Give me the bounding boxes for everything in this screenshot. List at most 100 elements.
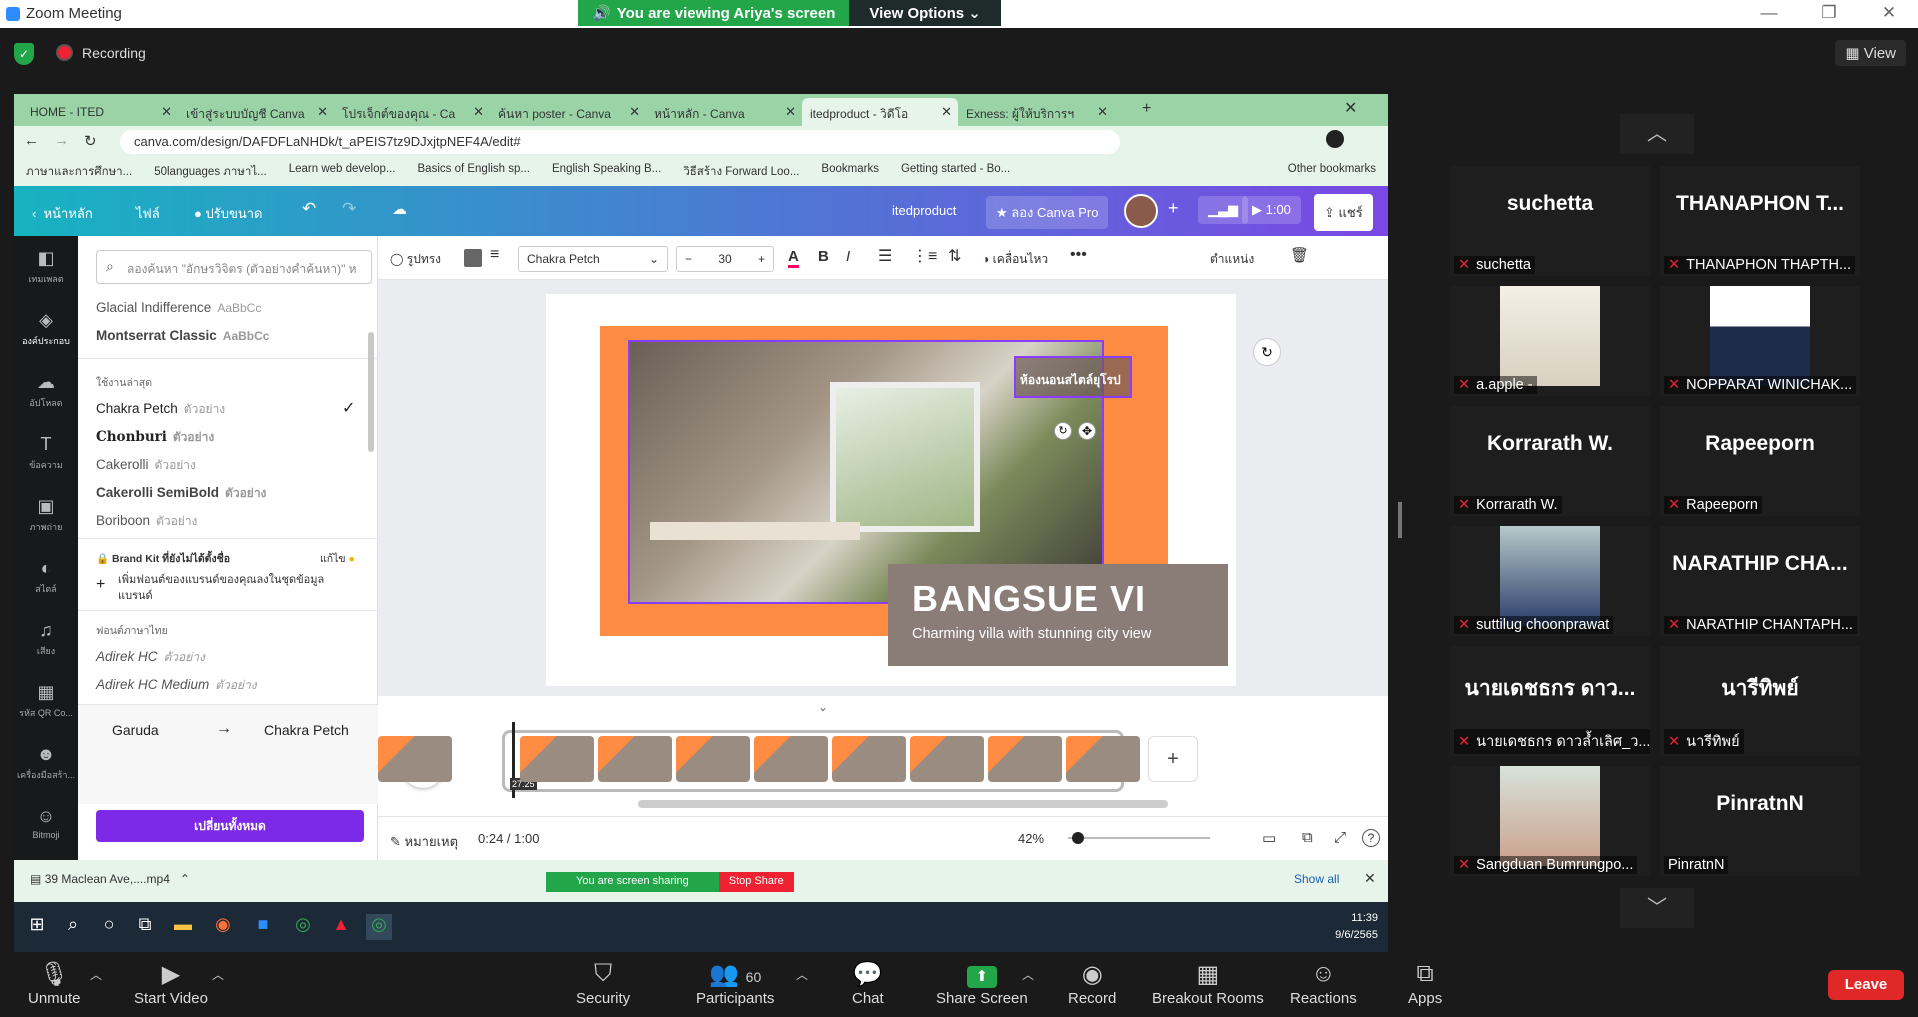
align-icon[interactable]: ☰ (878, 246, 892, 266)
video-options-chevron-icon[interactable]: ︿ (212, 966, 224, 983)
font-item[interactable]: Adirek HC Medium ตัวอย่าง (96, 676, 257, 695)
acrobat-icon[interactable]: ▲ (328, 914, 354, 940)
security-shield-icon[interactable]: ✓ (14, 43, 34, 65)
design-tagline[interactable]: Charming villa with stunning city view (912, 626, 1151, 642)
view-options-button[interactable]: View Options ⌄ (849, 0, 1001, 26)
participant-tile[interactable]: Korrarath W. ✕ Korrarath W. (1450, 406, 1650, 516)
add-person-icon[interactable]: + (1168, 198, 1179, 219)
pages-icon[interactable]: ⧉ (1302, 829, 1313, 846)
design-page[interactable]: ห้องนอนสไตล์ยุโรป ↻ ✥ BANGSUE VI Charmin… (546, 294, 1236, 686)
position-button[interactable]: ตำแหน่ง (1210, 250, 1254, 269)
bookmark[interactable]: ภาษาและการศึกษา... (26, 163, 132, 181)
notes-button[interactable]: ✎ หมายเหตุ (390, 831, 458, 852)
tab-close-icon[interactable]: ✕ (629, 104, 640, 120)
font-item-selected[interactable]: Chakra Petch ตัวอย่าง (96, 400, 225, 419)
browser-tab[interactable]: ค้นหา poster - Canva ✕ (490, 98, 646, 126)
timeline-clip[interactable] (598, 736, 672, 782)
help-icon[interactable]: ? (1362, 829, 1380, 847)
task-view-icon[interactable]: ⧉ (132, 914, 158, 940)
participant-tile[interactable]: ✕ NOPPARAT WINICHAK... (1660, 286, 1860, 396)
firefox-icon[interactable]: ◉ (210, 914, 236, 940)
start-video-button[interactable]: ▶ Start Video (134, 960, 208, 1007)
bookmark[interactable]: 50languages ภาษาไ... (154, 163, 267, 181)
file-menu[interactable]: ไฟล์ (136, 203, 160, 224)
panel-scrollbar[interactable] (368, 332, 374, 452)
line-weight-icon[interactable]: ≡ (490, 246, 499, 264)
reload-icon[interactable]: ↻ (84, 132, 97, 150)
home-link[interactable]: ‹ หน้าหลัก (32, 203, 93, 224)
font-family-select[interactable]: Chakra Petch ⌄ (518, 246, 668, 272)
project-title[interactable]: itedproduct (892, 203, 956, 218)
tab-close-icon[interactable]: ✕ (161, 104, 172, 120)
close-download-bar-icon[interactable]: ✕ (1364, 870, 1376, 887)
bold-icon[interactable]: B (818, 248, 829, 265)
rail-uploads[interactable]: ☁ อัปโหลด (14, 360, 78, 422)
trash-icon[interactable]: 🗑 (1290, 246, 1309, 264)
zoom-slider-handle[interactable] (1072, 832, 1084, 844)
bookmark[interactable]: Learn web develop... (289, 163, 396, 181)
browser-close-icon[interactable]: ✕ (1344, 98, 1357, 118)
tab-close-icon[interactable]: ✕ (317, 104, 328, 120)
participant-tile[interactable]: PinratnN PinratnN (1660, 766, 1860, 876)
timeline-clip[interactable] (754, 736, 828, 782)
brand-kit-edit-link[interactable]: แก้ไข ● (320, 550, 355, 567)
timeline-scrollbar[interactable] (638, 800, 1168, 808)
text-color-swatch[interactable] (464, 249, 482, 267)
reactions-button[interactable]: ☺ Reactions (1290, 960, 1357, 1007)
timeline-clip[interactable] (378, 736, 452, 782)
shape-button[interactable]: ◯ รูปทรง (390, 250, 441, 269)
share-screen-button[interactable]: ⬆ Share Screen (936, 960, 1028, 1007)
back-icon[interactable]: ← (24, 132, 39, 149)
browser-tab-active[interactable]: itedproduct - วิดีโอ ✕ (802, 98, 958, 126)
font-item[interactable]: Cakerolli ตัวอย่าง (96, 456, 196, 475)
timeline-clip[interactable] (1066, 736, 1140, 782)
bookmark[interactable]: English Speaking B... (552, 163, 661, 181)
user-avatar[interactable] (1124, 194, 1158, 228)
title-card[interactable]: BANGSUE VI Charming villa with stunning … (888, 564, 1228, 666)
forward-icon[interactable]: → (54, 132, 69, 149)
rail-audio[interactable]: ♫ เสียง (14, 608, 78, 670)
collapse-timeline-icon[interactable]: ⌄ (818, 700, 828, 714)
unmute-button[interactable]: 🎙 Unmute (28, 960, 81, 1007)
font-item[interactable]: Adirek HC ตัวอย่าง (96, 648, 205, 667)
font-search-input[interactable]: ลองค้นหา "อักษรวิจิตร (ตัวอย่างคำค้นหา)"… (96, 250, 372, 284)
refresh-icon[interactable]: ↻ (1253, 338, 1281, 366)
try-canva-pro-button[interactable]: ★ ลอง Canva Pro (986, 196, 1109, 229)
zoom-slider[interactable] (1068, 837, 1210, 839)
rail-elements[interactable]: ◈ องค์ประกอบ (14, 298, 78, 360)
participant-tile[interactable]: NARATHIP CHA... ✕ NARATHIP CHANTAPH... (1660, 526, 1860, 636)
close-icon[interactable]: ✕ (1874, 3, 1904, 23)
new-tab-icon[interactable]: + (1142, 100, 1151, 118)
browser-tab[interactable]: Exness: ผู้ให้บริการฯ ✕ (958, 98, 1114, 126)
browser-tab[interactable]: เข้าสู่ระบบบัญชี Canva ✕ (178, 98, 334, 126)
breakout-rooms-button[interactable]: ▦ Breakout Rooms (1152, 960, 1264, 1007)
rail-qr[interactable]: ▦ รหัส QR Co... (14, 670, 78, 732)
file-explorer-icon[interactable]: ▬ (170, 914, 196, 940)
apps-button[interactable]: ⧉ Apps (1408, 960, 1442, 1007)
font-color-icon[interactable]: A (788, 248, 799, 268)
font-item[interactable]: Cakerolli SemiBold ตัวอย่าง (96, 484, 266, 503)
list-icon[interactable]: ⋮≡ (912, 246, 937, 266)
tab-close-icon[interactable]: ✕ (785, 104, 796, 120)
move-handle-icon[interactable]: ✥ (1078, 422, 1096, 440)
browser-tab[interactable]: หน้าหลัก - Canva ✕ (646, 98, 802, 126)
font-item[interactable]: Montserrat Classic AaBbCc (96, 328, 269, 343)
share-button[interactable]: ⇪ แชร์ (1314, 194, 1373, 231)
leave-button[interactable]: Leave (1828, 970, 1904, 1000)
participants-chevron-icon[interactable]: ︿ (796, 966, 808, 983)
stop-share-button[interactable]: Stop Share (718, 872, 794, 892)
rail-photos[interactable]: ▣ ภาพถ่าย (14, 484, 78, 546)
timeline-clip[interactable] (988, 736, 1062, 782)
rotate-handle-icon[interactable]: ↻ (1054, 422, 1072, 440)
insights-icon[interactable]: ▁▃▆ (1198, 196, 1248, 224)
other-bookmarks[interactable]: Other bookmarks (1288, 163, 1376, 181)
timeline-clip[interactable] (910, 736, 984, 782)
grid-view-icon[interactable]: ▭ (1262, 829, 1276, 847)
selected-text-box[interactable]: ห้องนอนสไตล์ยุโรป (1014, 356, 1132, 398)
bookmark[interactable]: Basics of English sp... (418, 163, 531, 181)
participant-tile[interactable]: นายเดชธกร ดาว... ✕ นายเดชธกร ดาวล้ำเลิศ_ว.… (1450, 646, 1650, 756)
restore-icon[interactable]: ❐ (1814, 3, 1844, 23)
participant-tile[interactable]: ✕ a.apple - (1450, 286, 1650, 396)
rail-bitmoji[interactable]: ☺ Bitmoji (14, 794, 78, 856)
plus-icon[interactable]: + (96, 576, 105, 594)
